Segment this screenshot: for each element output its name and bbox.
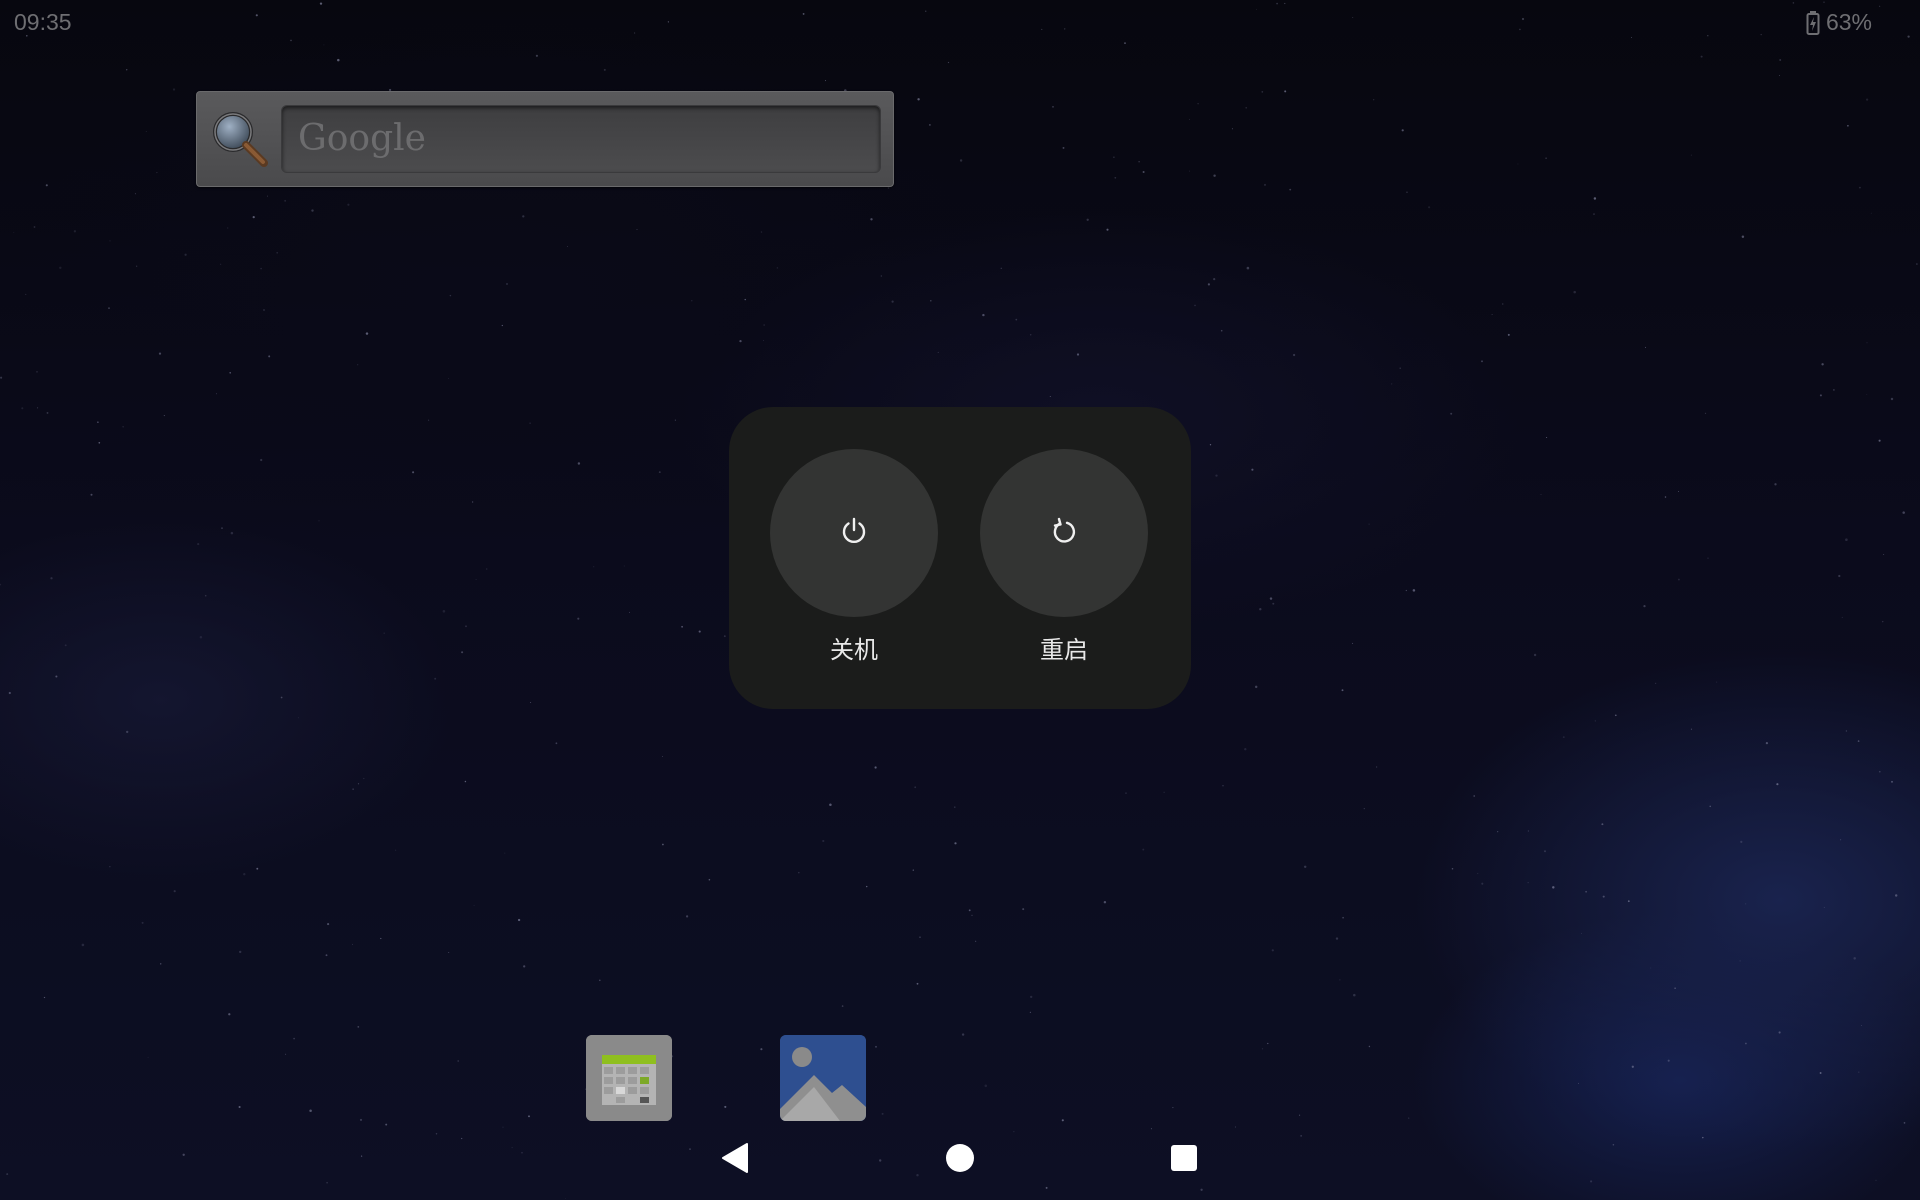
google-search-widget[interactable]: Google xyxy=(196,91,894,187)
restart-button[interactable] xyxy=(980,449,1148,617)
power-off-label: 关机 xyxy=(830,636,878,664)
recents-icon xyxy=(1170,1144,1198,1176)
status-bar: 09:35 63% xyxy=(0,0,1920,44)
recents-button[interactable] xyxy=(1144,1120,1224,1200)
home-icon xyxy=(944,1142,976,1178)
back-icon xyxy=(719,1141,753,1179)
restart-option[interactable]: 重启 xyxy=(980,449,1148,665)
google-search-input[interactable]: Google xyxy=(281,105,881,173)
power-icon xyxy=(839,516,869,550)
magnifier-icon[interactable] xyxy=(209,108,271,170)
back-button[interactable] xyxy=(696,1120,776,1200)
restart-label: 重启 xyxy=(1040,636,1088,664)
restart-icon xyxy=(1049,516,1079,550)
status-right: 63% xyxy=(1806,9,1872,36)
power-off-button[interactable] xyxy=(770,449,938,617)
calendar-app-icon[interactable] xyxy=(586,1035,672,1121)
home-button[interactable] xyxy=(920,1120,1000,1200)
battery-percent: 63% xyxy=(1825,9,1872,35)
navigation-bar xyxy=(0,1120,1920,1200)
gallery-app-icon[interactable] xyxy=(780,1035,866,1121)
battery-charging-icon xyxy=(1806,10,1820,35)
status-time: 09:35 xyxy=(14,9,72,35)
power-menu-dialog: 关机 重启 xyxy=(729,407,1191,709)
power-off-option[interactable]: 关机 xyxy=(770,449,938,665)
